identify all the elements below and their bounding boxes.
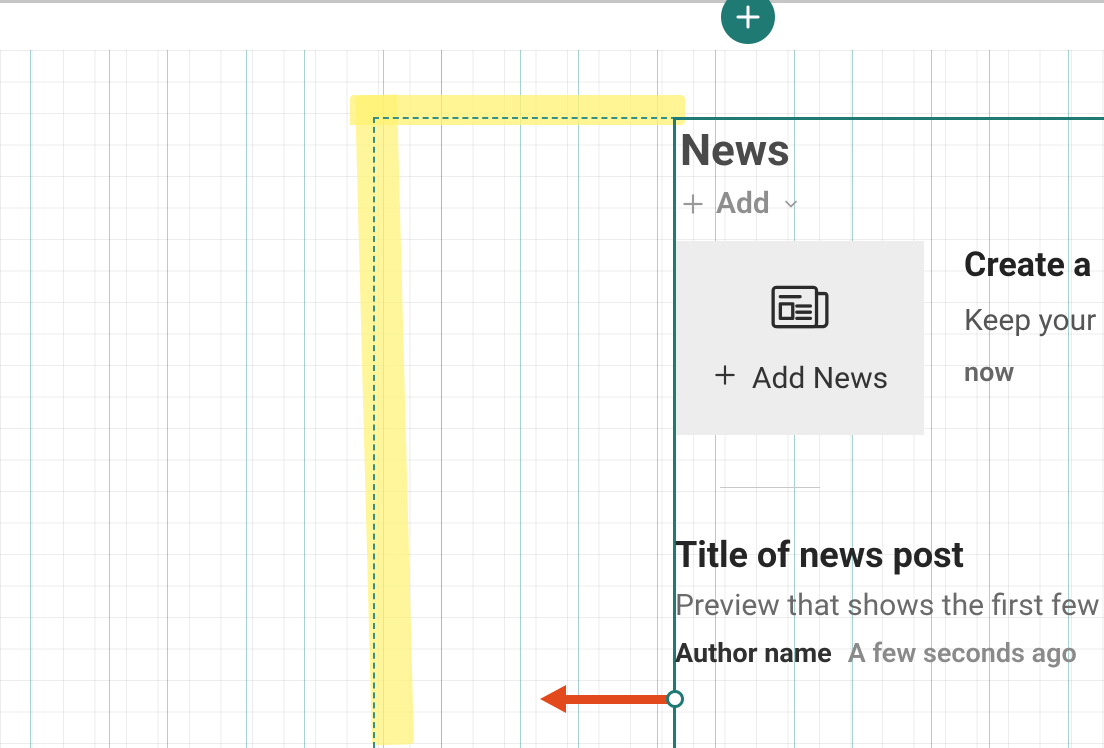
news-icon: [769, 281, 831, 333]
add-menu-button[interactable]: Add: [680, 186, 1104, 221]
promo-subheading: Keep your: [964, 303, 1096, 338]
add-menu-label: Add: [716, 186, 770, 221]
highlighter-annotation: [350, 95, 685, 125]
chevron-down-icon: [780, 193, 802, 215]
promo-timestamp: now: [964, 356, 1096, 388]
webpart-title: News: [680, 124, 1104, 176]
add-news-tile[interactable]: Add News: [676, 241, 924, 435]
resize-handle[interactable]: [666, 690, 684, 708]
divider: [720, 487, 820, 488]
plus-icon: [680, 191, 706, 217]
promo-heading: Create a: [964, 245, 1096, 285]
add-news-label: Add News: [752, 361, 888, 396]
drag-arrow-annotation: [540, 686, 680, 712]
news-post-item[interactable]: Title of news post Preview that shows th…: [675, 534, 1104, 669]
post-time: A few seconds ago: [848, 637, 1077, 669]
add-section-button[interactable]: [721, 0, 775, 44]
top-divider: [0, 0, 1104, 3]
post-title: Title of news post: [675, 534, 1104, 576]
plus-icon: [712, 361, 738, 396]
post-author: Author name: [675, 637, 832, 669]
post-preview: Preview that shows the first few li: [675, 588, 1104, 623]
